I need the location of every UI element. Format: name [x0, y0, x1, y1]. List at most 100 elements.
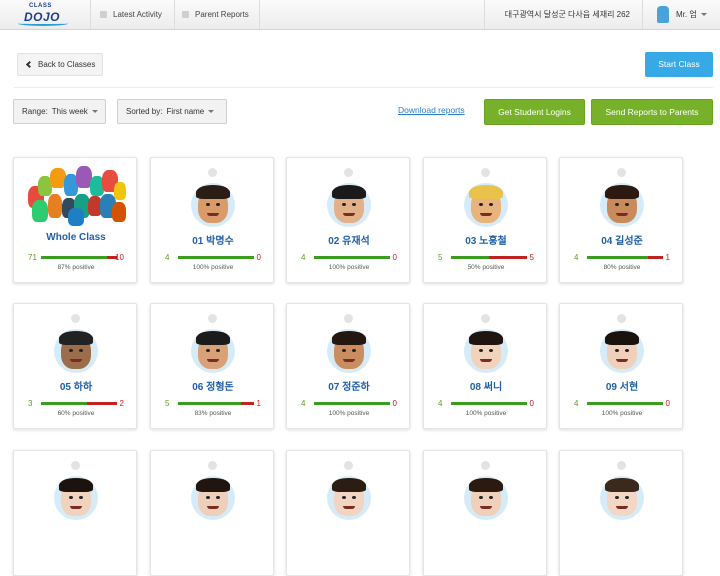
behavior-ratio-bar [178, 256, 254, 259]
monsters-icon [24, 164, 128, 226]
avatar-mouth [616, 213, 628, 216]
avatar-hair [59, 331, 93, 345]
card-pin-icon [481, 168, 490, 177]
behavior-ratio-bar [314, 402, 390, 405]
positive-count: 4 [574, 399, 579, 408]
avatar-hair [332, 478, 366, 492]
range-label: Range: [22, 107, 48, 116]
range-value: This week [51, 107, 88, 116]
positive-count: 4 [301, 253, 306, 262]
behavior-ratio-fill [41, 256, 108, 259]
student-avatar [54, 329, 98, 373]
student-card[interactable]: 03 노홍철 5 5 50% positive [423, 157, 547, 283]
nav-parent-reports[interactable]: Parent Reports [182, 0, 249, 30]
send-reports-button[interactable]: Send Reports to Parents [591, 99, 713, 125]
behavior-ratio-bar [41, 256, 117, 259]
student-avatar [54, 476, 98, 520]
positive-count: 4 [301, 399, 306, 408]
nav-divider [90, 0, 91, 30]
avatar-eye [79, 349, 83, 352]
whole-class-card[interactable]: Whole Class 71 10 87% positive [13, 157, 137, 283]
student-card[interactable]: 09 서현 4 0 100% positive [559, 303, 683, 429]
monster-shape [68, 208, 84, 226]
avatar-hair [469, 331, 503, 345]
behavior-ratio-fill [41, 402, 87, 405]
avatar-eye [489, 496, 493, 499]
avatar-mouth [70, 506, 82, 509]
student-card[interactable]: 06 정형돈 5 1 83% positive [150, 303, 274, 429]
avatar-eye [615, 349, 619, 352]
back-to-classes-button[interactable]: Back to Classes [17, 53, 103, 76]
start-class-button[interactable]: Start Class [645, 52, 713, 77]
avatar-eye [479, 496, 483, 499]
student-card[interactable] [423, 450, 547, 576]
avatar-hair [605, 185, 639, 199]
avatar-eye [342, 203, 346, 206]
student-name: 03 노홍철 [465, 236, 507, 247]
student-card[interactable]: 08 써니 4 0 100% positive [423, 303, 547, 429]
student-name: 04 길성준 [601, 236, 643, 247]
nav-latest-activity-label: Latest Activity [113, 10, 162, 19]
positive-percent: 87% positive [57, 264, 95, 271]
negative-count: 5 [529, 253, 534, 262]
user-avatar-icon[interactable] [657, 6, 669, 23]
student-card[interactable] [150, 450, 274, 576]
behavior-ratio-fill [314, 402, 390, 405]
avatar-eye [216, 349, 220, 352]
avatar-eye [615, 496, 619, 499]
avatar-eye [489, 349, 493, 352]
student-avatar [600, 183, 644, 227]
student-card[interactable]: 04 길성준 4 1 80% positive [559, 157, 683, 283]
positive-count: 3 [28, 399, 33, 408]
avatar-mouth [616, 506, 628, 509]
nav-latest-activity[interactable]: Latest Activity [100, 0, 162, 30]
student-card[interactable] [286, 450, 410, 576]
student-avatar [327, 183, 371, 227]
student-card[interactable] [559, 450, 683, 576]
student-avatar [464, 476, 508, 520]
positive-percent: 60% positive [57, 410, 95, 417]
card-pin-icon [71, 314, 80, 323]
student-card[interactable] [13, 450, 137, 576]
nav-divider [174, 0, 175, 30]
card-pin-icon [71, 461, 80, 470]
avatar-eye [479, 203, 483, 206]
monster-shape [114, 182, 126, 200]
range-dropdown[interactable]: Range: This week [13, 99, 106, 124]
student-name: 07 정준하 [328, 382, 370, 393]
avatar-eye [479, 349, 483, 352]
student-card[interactable]: 05 하하 3 2 60% positive [13, 303, 137, 429]
user-menu[interactable]: Mr. 엄 [676, 0, 707, 30]
card-pin-icon [617, 314, 626, 323]
card-pin-icon [481, 314, 490, 323]
avatar-eye [352, 349, 356, 352]
card-pin-icon [344, 168, 353, 177]
avatar-mouth [207, 506, 219, 509]
avatar-eye [615, 203, 619, 206]
avatar-eye [352, 203, 356, 206]
positive-percent: 100% positive [328, 410, 370, 417]
student-avatar [327, 476, 371, 520]
download-reports-link[interactable]: Download reports [398, 105, 465, 115]
positive-percent: 100% positive [328, 264, 370, 271]
student-card[interactable]: 02 유재석 4 0 100% positive [286, 157, 410, 283]
activity-icon [100, 11, 107, 18]
student-name: 02 유재석 [328, 236, 370, 247]
student-card[interactable]: 07 정준하 4 0 100% positive [286, 303, 410, 429]
avatar-eye [69, 496, 73, 499]
chevron-down-icon [208, 110, 215, 113]
behavior-ratio-bar [587, 256, 663, 259]
positive-count: 5 [165, 399, 170, 408]
student-name: 01 박명수 [192, 236, 234, 247]
student-card[interactable]: 01 박명수 4 0 100% positive [150, 157, 274, 283]
chevron-down-icon [700, 13, 707, 16]
classdojo-logo[interactable]: CLASS DOJO [18, 3, 68, 27]
avatar-eye [216, 496, 220, 499]
avatar-eye [352, 496, 356, 499]
sort-dropdown[interactable]: Sorted by: First name [117, 99, 227, 124]
avatar-eye [625, 496, 629, 499]
school-name: 대구광역시 달성군 다사읍 세재리 262 [504, 10, 630, 19]
get-student-logins-button[interactable]: Get Student Logins [484, 99, 585, 125]
avatar-eye [206, 349, 210, 352]
avatar-mouth [480, 359, 492, 362]
